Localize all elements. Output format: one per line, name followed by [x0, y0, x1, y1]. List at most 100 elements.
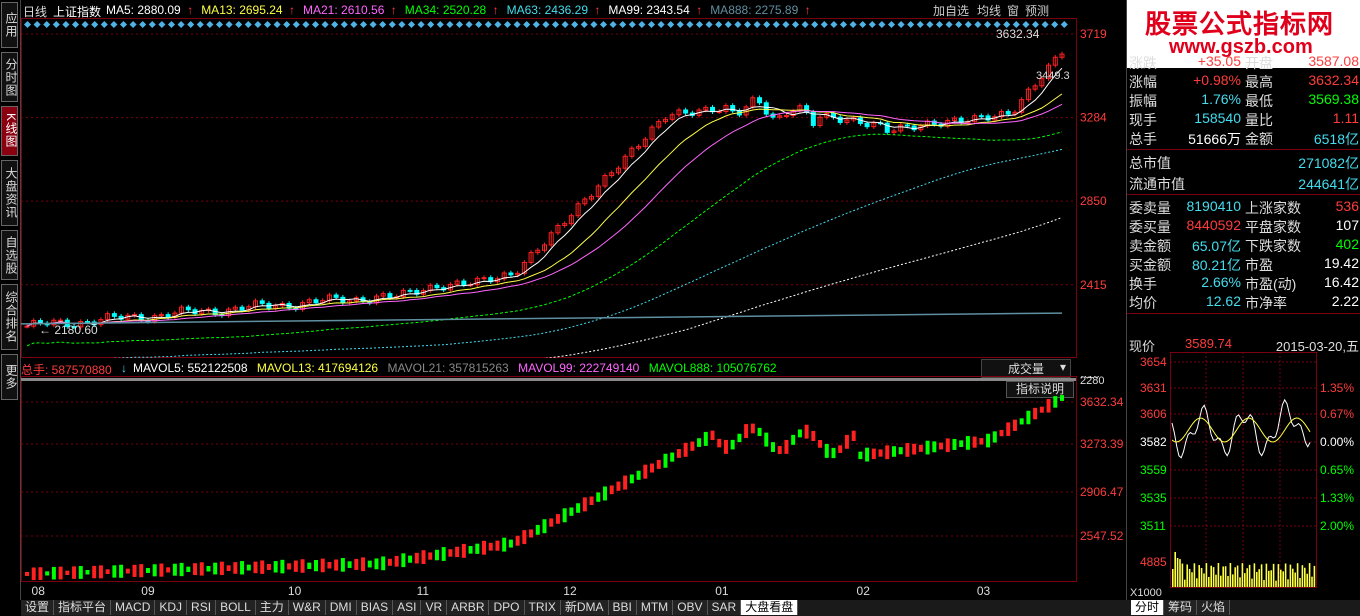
tab-18[interactable]: OBV — [673, 600, 708, 615]
quote-value: 16.42 — [1323, 274, 1359, 290]
lower-bar — [959, 440, 964, 448]
tab-10[interactable]: ASI — [393, 600, 422, 615]
tab-9[interactable]: BIAS — [356, 600, 394, 615]
event-marker-icon — [407, 20, 416, 29]
mini-tab-2[interactable]: 火焰 — [1197, 600, 1231, 615]
lower-bar — [468, 546, 473, 554]
mavol-value-1: MAVOL13: 417694126 — [256, 361, 379, 375]
lower-bar — [287, 563, 292, 570]
quote-label: 委卖量 — [1129, 200, 1171, 216]
event-marker-icon — [1060, 20, 1068, 29]
ma-button[interactable]: 均线 — [977, 2, 1001, 19]
mini-vol-bar — [1277, 564, 1280, 587]
lower-bar — [381, 556, 386, 571]
order-row-0: 委卖量 8190410 上涨家数 536 — [1127, 197, 1360, 216]
quote-value: 244641亿 — [1298, 176, 1359, 192]
lower-frame — [21, 376, 1077, 582]
sidebar-item-more[interactable]: 更多 — [1, 354, 18, 400]
tab-12[interactable]: ARBR — [447, 600, 490, 615]
event-marker-icon — [71, 20, 80, 29]
tab-7[interactable]: W&R — [288, 600, 326, 615]
lower-chart[interactable]: X1022803632.343273.392906.472547.52指标说明 — [21, 376, 1125, 582]
tab-5[interactable]: BOLL — [216, 600, 256, 615]
sidebar-item-kline[interactable]: K线图 — [1, 106, 18, 156]
quote-label: 开盘 — [1245, 55, 1273, 71]
sidebar-item-app[interactable]: 应用 — [1, 2, 18, 48]
ma13-line — [26, 93, 1063, 327]
event-marker-icon — [628, 20, 636, 29]
mini-left-tick: 3606 — [1140, 407, 1167, 421]
tab-11[interactable]: VR — [421, 600, 448, 615]
sidebar-item-watchlist[interactable]: 自选股 — [1, 230, 18, 280]
lower-bar — [831, 447, 836, 459]
tab-20[interactable]: 大盘看盘 — [741, 600, 799, 615]
event-marker-icon — [859, 20, 867, 29]
tab-6[interactable]: 主力 — [255, 600, 289, 615]
mavol-value-4: MAVOL888: 105076762 — [648, 361, 777, 375]
candle-body — [978, 115, 984, 118]
event-marker-icon — [839, 20, 848, 29]
tab-15[interactable]: 新DMA — [560, 600, 609, 615]
tab-17[interactable]: MTM — [636, 600, 674, 615]
mini-tab-0[interactable]: 分时 — [1131, 600, 1165, 615]
mini-left-tick: 3559 — [1140, 463, 1167, 477]
lower-bar — [434, 549, 439, 561]
separator — [1127, 194, 1360, 195]
axis-top-value: 2280 — [1080, 376, 1104, 387]
mini-vol-bar — [1200, 567, 1203, 587]
quote-row-0: 涨跌 +35.05 开盘 3587.08 — [1127, 52, 1360, 71]
lower-bar — [1006, 422, 1011, 436]
sidebar-item-ranking[interactable]: 综合排名 — [1, 284, 18, 350]
lower-bar — [85, 569, 90, 575]
ma-end-annotation: 3449.3 — [1036, 70, 1070, 82]
intraday-mini-chart[interactable]: 3654 3631 3606 3582 3559 3535 3511 1.35% 0.67% 0.… — [1126, 352, 1360, 600]
forecast-button[interactable]: 预测 — [1025, 2, 1049, 19]
tab-2[interactable]: MACD — [111, 600, 156, 615]
window-button[interactable]: 窗 — [1007, 2, 1019, 19]
mini-vol-bar — [1193, 563, 1196, 587]
tab-0[interactable]: 设置 — [21, 600, 55, 615]
event-marker-icon — [647, 20, 656, 29]
tab-19[interactable]: SAR — [707, 600, 742, 615]
quote-row-3: 现手 158540 量比 1.11 — [1127, 109, 1360, 128]
quote-value: 6518亿 — [1313, 131, 1359, 147]
event-marker-icon — [695, 20, 704, 29]
mini-vol-bar — [1224, 566, 1227, 587]
tab-16[interactable]: BBI — [608, 600, 637, 615]
lower-bar — [340, 558, 345, 572]
kline-chart[interactable]: 3719 3284 2850 2415 3632.34 ← 2180.60 3449.3 — [21, 18, 1125, 358]
tab-14[interactable]: TRIX — [524, 600, 561, 615]
mini-vol-bar — [1299, 577, 1301, 587]
event-marker-icon — [158, 20, 166, 29]
add-watchlist-button[interactable]: 加自选 — [933, 2, 969, 19]
time-axis-label-3: 11 — [416, 584, 430, 598]
event-marker-icon — [417, 20, 425, 29]
mini-tab-1[interactable]: 筹码 — [1164, 600, 1198, 615]
lower-bar — [643, 464, 648, 479]
mini-vol-bar — [1308, 563, 1311, 587]
event-marker-icon — [561, 20, 569, 29]
sidebar-item-market-news[interactable]: 大盘资讯 — [1, 160, 18, 226]
mini-vol-bar — [1244, 573, 1246, 587]
left-toolbar: 应用 分时图 K线图 大盘资讯 自选股 综合排名 更多 — [0, 0, 21, 600]
tab-8[interactable]: DMI — [325, 600, 357, 615]
event-marker-icon — [148, 20, 156, 29]
mini-vol-bar — [1296, 563, 1299, 587]
lower-bar — [206, 565, 211, 572]
tab-13[interactable]: DPO — [489, 600, 525, 615]
quote-value: 2.22 — [1331, 293, 1359, 309]
lower-bar — [387, 558, 392, 566]
tab-1[interactable]: 指标平台 — [54, 600, 112, 615]
lower-bar — [394, 555, 399, 567]
lower-bar — [522, 530, 527, 545]
candle-body — [757, 97, 763, 104]
tab-3[interactable]: KDJ — [155, 600, 188, 615]
mini-vol-bar — [1181, 563, 1184, 587]
mini-vol-bar — [1251, 578, 1253, 587]
arrow-up-icon: ↑ — [187, 3, 194, 17]
lower-bar — [804, 424, 809, 439]
candle-body — [1005, 111, 1011, 115]
lower-tick-label: 3273.39 — [1080, 437, 1124, 451]
tab-4[interactable]: RSI — [187, 600, 217, 615]
sidebar-item-timeshare[interactable]: 分时图 — [1, 52, 18, 102]
